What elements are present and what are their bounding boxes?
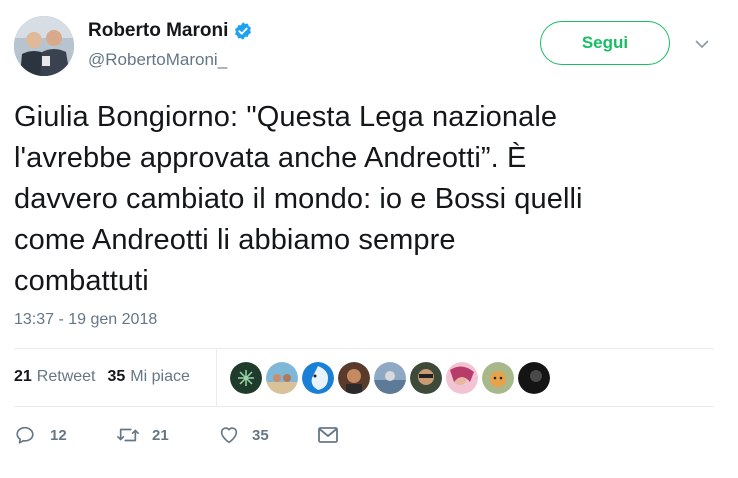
- liker-avatar[interactable]: [410, 362, 442, 394]
- retweet-stat[interactable]: 21 Retweet: [14, 368, 96, 386]
- tweet-stats: 21 Retweet 35 Mi piace: [14, 368, 202, 386]
- divider: [14, 348, 714, 349]
- like-button[interactable]: 35: [218, 424, 316, 446]
- tweet-timestamp[interactable]: 13:37 - 19 gen 2018: [14, 311, 157, 329]
- retweet-icon: [116, 424, 140, 446]
- retweet-button[interactable]: 21: [116, 424, 218, 446]
- follow-button[interactable]: Segui: [540, 21, 670, 65]
- reply-icon: [14, 424, 36, 446]
- likers-avatars: [230, 362, 554, 394]
- envelope-icon: [316, 424, 340, 446]
- liker-avatar[interactable]: [518, 362, 550, 394]
- retweet-count: 21: [152, 426, 169, 444]
- divider: [14, 406, 714, 407]
- liker-avatar[interactable]: [338, 362, 370, 394]
- user-handle[interactable]: @RobertoMaroni_: [88, 50, 227, 70]
- liker-avatar[interactable]: [302, 362, 334, 394]
- liker-avatar[interactable]: [266, 362, 298, 394]
- chevron-down-icon[interactable]: [694, 36, 710, 52]
- like-stat[interactable]: 35 Mi piace: [108, 368, 190, 386]
- user-name-row[interactable]: Roberto Maroni: [88, 20, 253, 42]
- profile-avatar[interactable]: [14, 16, 74, 76]
- reply-count: 12: [50, 426, 67, 444]
- tweet-actions: 12 21 35: [14, 424, 340, 446]
- user-name[interactable]: Roberto Maroni: [88, 20, 228, 42]
- direct-message-button[interactable]: [316, 424, 340, 446]
- stats-separator: [216, 349, 217, 406]
- verified-badge-icon: [233, 21, 253, 41]
- liker-avatar[interactable]: [482, 362, 514, 394]
- heart-icon: [218, 424, 240, 446]
- liker-avatar[interactable]: [446, 362, 478, 394]
- liker-avatar[interactable]: [230, 362, 262, 394]
- tweet-text: Giulia Bongiorno: "Questa Lega nazionale…: [14, 101, 583, 297]
- like-count: 35: [252, 426, 269, 444]
- reply-button[interactable]: 12: [14, 424, 116, 446]
- liker-avatar[interactable]: [374, 362, 406, 394]
